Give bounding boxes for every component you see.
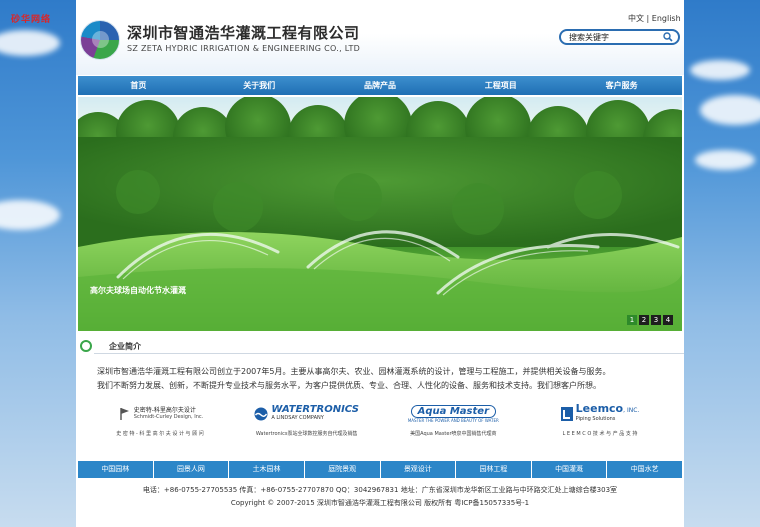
partner-caption: 史 密 特 - 科 里 高 尔 夫 设 计 与 顾 问 xyxy=(116,431,204,437)
sky-cloud xyxy=(0,200,60,230)
banner-pager: 1 2 3 4 xyxy=(627,315,673,325)
partner-logo: Aqua Master MASTER THE POWER AND BEAUTY … xyxy=(408,404,499,424)
section-bullet-icon xyxy=(80,340,92,352)
partner-aqua-master[interactable]: Aqua Master MASTER THE POWER AND BEAUTY … xyxy=(383,404,523,444)
partner-logo-sub: Piping Solutions xyxy=(575,416,616,422)
about-section-title: 企业简介 xyxy=(109,342,141,351)
partner-logo-text: Leemco xyxy=(575,402,624,415)
company-logo-icon[interactable] xyxy=(80,20,120,60)
partner-caption: Watertronics泵站全球数控服务自代理及销售 xyxy=(255,431,358,437)
nav-item-about[interactable]: 关于我们 xyxy=(199,76,320,95)
footer-link[interactable]: 中国园林 xyxy=(78,461,154,478)
partner-logo: 史密特-科里高尔夫设计 Schmidt-Curley Design, Inc. xyxy=(117,404,203,424)
sky-cloud xyxy=(695,150,755,170)
footer-link[interactable]: 中国灌溉 xyxy=(532,461,608,478)
corner-site-logo[interactable]: 砂华网络 xyxy=(11,12,51,25)
partner-logo-suffix: , INC. xyxy=(623,407,640,414)
partner-logo-text: WATERTRONICS xyxy=(271,404,359,415)
intro-line-1: 深圳市智通浩华灌溉工程有限公司创立于2007年5月。主要从事高尔夫、农业、园林灌… xyxy=(97,367,611,376)
lang-zh-link[interactable]: 中文 xyxy=(628,14,644,23)
partner-logo-sub: MASTER THE POWER AND BEAUTY OF WATER xyxy=(407,418,499,423)
partner-caption: 美国Aqua Master喷泉中国销售代理商 xyxy=(410,431,497,437)
leemco-mark-icon xyxy=(560,407,573,421)
nav-item-products[interactable]: 品牌产品 xyxy=(320,76,441,95)
partner-watertronics[interactable]: WATERTRONICS A LINDSAY COMPANY Watertron… xyxy=(237,404,377,444)
nav-item-home[interactable]: 首页 xyxy=(78,76,199,95)
hero-banner[interactable]: 高尔夫球场自动化节水灌溉 1 2 3 4 xyxy=(78,97,682,331)
sky-cloud xyxy=(700,95,760,125)
partner-leemco[interactable]: Leemco, INC. Piping Solutions L E E M C … xyxy=(530,402,670,444)
watertronics-wave-icon xyxy=(254,407,268,421)
banner-page-3[interactable]: 3 xyxy=(651,315,661,325)
footer-link[interactable]: 土木园林 xyxy=(229,461,305,478)
language-switch: 中文 | English xyxy=(628,13,681,24)
banner-caption: 高尔夫球场自动化节水灌溉 xyxy=(90,286,186,295)
partner-caption: L E E M C O 技 术 与 产 品 支 持 xyxy=(562,431,638,437)
banner-page-1[interactable]: 1 xyxy=(627,315,637,325)
partner-logo-sub: Schmidt-Curley Design, Inc. xyxy=(133,414,204,420)
main-nav: 首页 关于我们 品牌产品 工程项目 客户服务 xyxy=(78,76,682,95)
nav-item-projects[interactable]: 工程项目 xyxy=(440,76,561,95)
company-intro: 深圳市智通浩华灌溉工程有限公司创立于2007年5月。主要从事高尔夫、农业、园林灌… xyxy=(97,365,667,393)
lang-separator: | xyxy=(644,14,652,23)
sky-cloud xyxy=(690,60,750,80)
about-section-header: 企业简介 xyxy=(80,340,684,354)
footer-link[interactable]: 园林工程 xyxy=(456,461,532,478)
sky-cloud xyxy=(0,30,60,56)
lang-en-link[interactable]: English xyxy=(652,14,681,23)
partner-logo-text: Aqua Master xyxy=(410,405,497,418)
footer-link[interactable]: 中国水艺 xyxy=(607,461,682,478)
footer-contact-info: 电话：+86-0755-27705535 传真：+86-0755-2770787… xyxy=(142,486,618,494)
partner-logo: WATERTRONICS A LINDSAY COMPANY xyxy=(254,404,359,424)
footer-link[interactable]: 园景人网 xyxy=(154,461,230,478)
search-input[interactable] xyxy=(569,32,663,42)
partner-logo: Leemco, INC. Piping Solutions xyxy=(560,402,640,424)
search-box xyxy=(559,29,680,45)
banner-page-4[interactable]: 4 xyxy=(663,315,673,325)
nav-item-service[interactable]: 客户服务 xyxy=(561,76,682,95)
intro-line-2: 我们不断努力发展、创新，不断提升专业技术与服务水平，为客户提供优质、专业、合理、… xyxy=(97,381,601,390)
footer-links-bar: 中国园林 园景人网 土木园林 庭院景观 景观设计 园林工程 中国灌溉 中国水艺 xyxy=(78,461,682,478)
partner-logo-sub: A LINDSAY COMPANY xyxy=(271,415,324,421)
partner-logo-text: 史密特-科里高尔夫设计 xyxy=(133,407,196,414)
footer-link[interactable]: 庭院景观 xyxy=(305,461,381,478)
search-icon[interactable] xyxy=(663,32,673,42)
banner-page-2[interactable]: 2 xyxy=(639,315,649,325)
page-container: 深圳市智通浩华灌溉工程有限公司 SZ ZETA HYDRIC IRRIGATIO… xyxy=(76,0,684,527)
company-name-en: SZ ZETA HYDRIC IRRIGATION & ENGINEERING … xyxy=(127,44,361,53)
footer-link[interactable]: 景观设计 xyxy=(381,461,457,478)
partner-schmidt-curley[interactable]: 史密特-科里高尔夫设计 Schmidt-Curley Design, Inc. … xyxy=(90,404,230,444)
section-divider xyxy=(94,353,684,354)
company-name-cn: 深圳市智通浩华灌溉工程有限公司 xyxy=(127,24,360,42)
footer-copyright: Copyright © 2007-2015 深圳市智通浩华灌溉工程有限公司 版权… xyxy=(230,499,530,507)
golf-flag-icon xyxy=(120,408,129,420)
partner-logos: 史密特-科里高尔夫设计 Schmidt-Curley Design, Inc. … xyxy=(90,402,670,444)
site-header: 深圳市智通浩华灌溉工程有限公司 SZ ZETA HYDRIC IRRIGATIO… xyxy=(76,0,684,75)
